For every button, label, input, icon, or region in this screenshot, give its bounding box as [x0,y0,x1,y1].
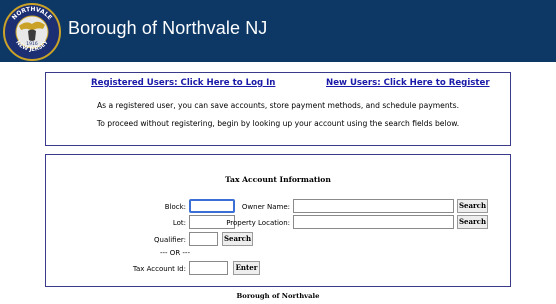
property-location-label: Property Location: [226,219,290,227]
site-title: Borough of Northvale NJ [68,18,268,38]
site-header: NORTHVALE NEW JERSEY 1916 Borough of Nor… [0,0,556,62]
registered-info-text: As a registered user, you can save accou… [96,101,459,110]
register-link[interactable]: New Users: Click Here to Register [326,78,490,88]
borough-seal-logo: NORTHVALE NEW JERSEY 1916 [3,3,61,61]
tax-account-input[interactable] [189,261,228,275]
lookup-info-text: To proceed without registering, begin by… [96,119,460,128]
property-search-button[interactable]: Search [457,215,488,229]
owner-name-label: Owner Name: [241,203,290,211]
tax-account-panel: Tax Account Information Block: Lot: Qual… [45,154,511,287]
lot-label: Lot: [172,219,186,227]
owner-name-input[interactable] [293,199,454,213]
footer-text: Borough of Northvale [236,292,320,300]
qualifier-input[interactable] [189,232,218,246]
owner-search-button[interactable]: Search [457,199,488,213]
tax-account-title: Tax Account Information [225,175,331,184]
enter-button[interactable]: Enter [233,261,260,275]
auth-panel: Registered Users: Click Here to Log In N… [45,72,511,146]
seal-year: 1916 [26,41,38,47]
qualifier-search-button[interactable]: Search [222,232,253,246]
property-location-input[interactable] [293,215,454,229]
qualifier-label: Qualifier: [154,236,186,244]
login-link[interactable]: Registered Users: Click Here to Log In [91,78,275,88]
tax-account-label: Tax Account Id: [132,265,186,273]
block-input[interactable] [189,199,235,213]
or-separator: --- OR --- [160,249,190,257]
block-label: Block: [164,203,186,211]
